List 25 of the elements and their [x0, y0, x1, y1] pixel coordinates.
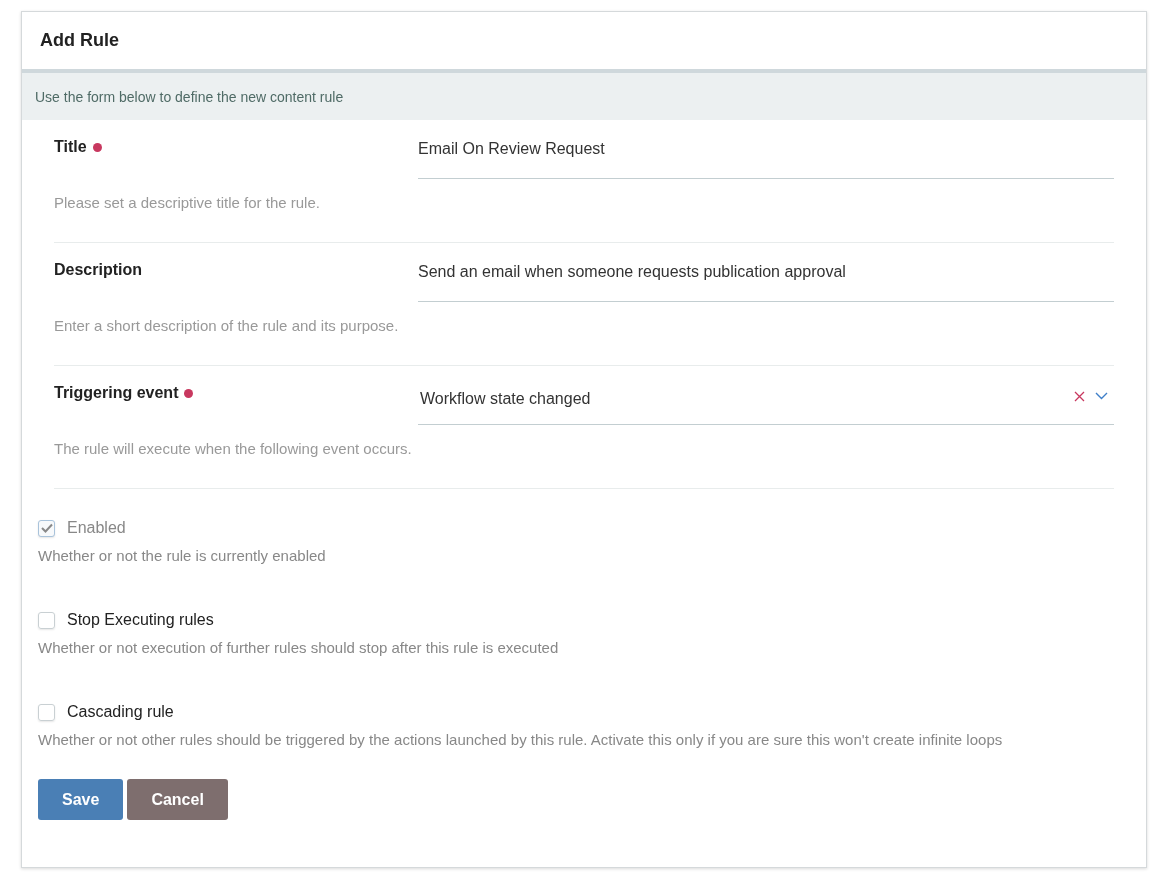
intro-text: Use the form below to define the new content rule — [35, 88, 344, 105]
required-dot — [92, 143, 102, 152]
checkbox[interactable] — [38, 611, 55, 629]
help-text: The rule will execute when the following event occurs. — [54, 440, 413, 457]
select-field[interactable]: Workflow state changed — [418, 366, 1114, 425]
save-button[interactable]: Save — [38, 779, 124, 820]
help-text: Whether or not other rules should be triggered by the actions launched by this rule. Activate this only if you are sure this won't create infinite loops — [38, 731, 1004, 748]
help-text: Whether or not execution of further rules should stop after this rule is executed — [38, 639, 560, 656]
field-label: Description — [54, 261, 142, 279]
dialog-title: Add Rule — [40, 30, 119, 51]
help-text: Enter a short description of the rule and its purpose. — [54, 317, 400, 334]
cancel-button[interactable]: Cancel — [127, 779, 228, 820]
required-dot — [184, 389, 194, 398]
clear-icon[interactable] — [1074, 390, 1085, 402]
checkbox-label: Cascading rule — [67, 703, 174, 721]
checkbox-label: Enabled — [67, 519, 126, 537]
checkbox[interactable] — [38, 703, 55, 721]
help-text: Whether or not the rule is currently enabled — [38, 547, 327, 564]
field-label: Title — [54, 138, 87, 156]
chevron-down-icon[interactable] — [1095, 392, 1108, 400]
checkbox-label: Stop Executing rules — [67, 611, 214, 629]
text-field[interactable]: Send an email when someone requests publication approval — [418, 243, 1114, 302]
text-field[interactable]: Email On Review Request — [418, 120, 1114, 179]
field-label: Triggering event — [54, 384, 179, 402]
help-text: Please set a descriptive title for the rule. — [54, 194, 321, 211]
